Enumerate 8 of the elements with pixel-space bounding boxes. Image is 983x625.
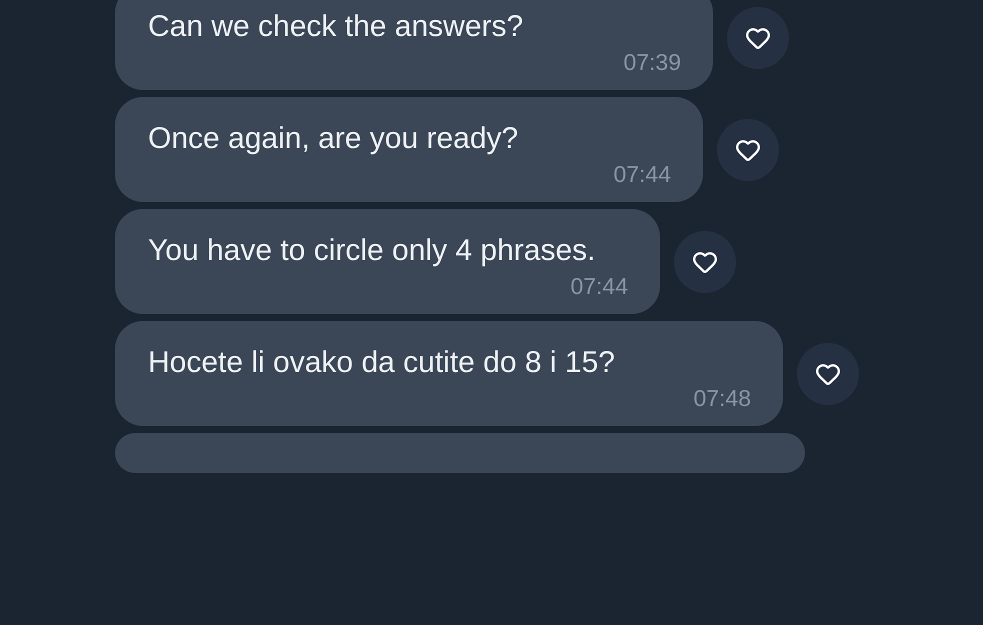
message-time: 07:48 [693,385,751,412]
message-text: Hocete li ovako da cutite do 8 i 15? [148,345,616,381]
message-text: You have to circle only 4 phrases. [148,233,596,269]
message-time: 07:44 [613,161,671,188]
message-text: Can we check the answers? [148,9,524,45]
message-text: Once again, are you ready? [148,121,520,157]
message-time: 07:39 [623,49,681,76]
message-time: 07:44 [570,273,628,300]
